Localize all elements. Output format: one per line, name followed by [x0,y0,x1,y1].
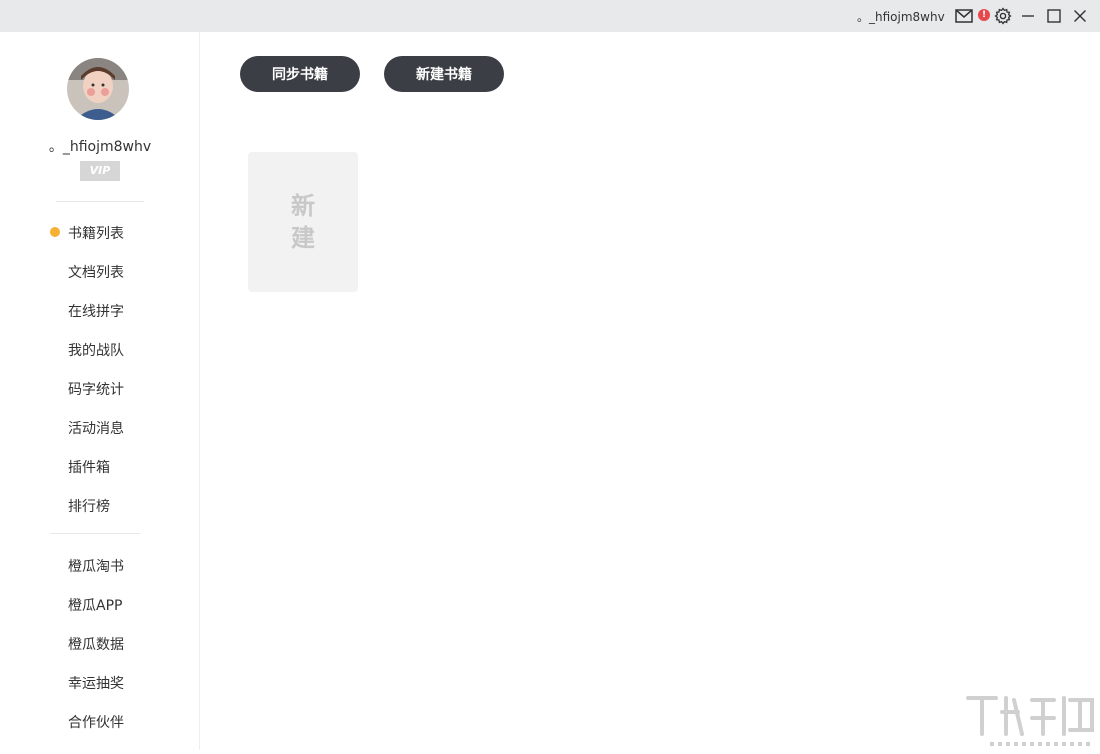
nav-my-team[interactable]: 我的战队 [68,340,124,360]
active-indicator [50,227,60,237]
notification-badge: ! [978,9,990,21]
close-icon[interactable] [1070,6,1090,26]
divider [50,533,140,534]
nav-activity-messages[interactable]: 活动消息 [68,418,124,438]
nav-data[interactable]: 橙瓜数据 [68,634,124,654]
minimize-icon[interactable] [1018,6,1038,26]
nav-book-shop[interactable]: 橙瓜淘书 [68,556,124,576]
mail-icon[interactable] [954,6,974,26]
sync-books-button[interactable]: 同步书籍 [240,56,360,92]
maximize-icon[interactable] [1044,6,1064,26]
new-book-card[interactable]: 新建 [248,152,358,292]
nav-word-stats[interactable]: 码字统计 [68,379,124,399]
gear-icon[interactable] [993,6,1013,26]
nav-lucky-draw[interactable]: 幸运抽奖 [68,673,124,693]
nav-leaderboard[interactable]: 排行榜 [68,496,110,516]
nav-partners[interactable]: 合作伙伴 [68,712,124,732]
main-content: 同步书籍 新建书籍 新建 [200,32,1100,750]
nav-app[interactable]: 橙瓜APP [68,595,122,615]
vip-badge: VIP [80,161,120,181]
titlebar-username[interactable]: 。_hfiojm8whv [857,8,945,25]
watermark-logo [962,690,1100,750]
nav-book-list[interactable]: 书籍列表 [68,223,124,243]
new-book-button[interactable]: 新建书籍 [384,56,504,92]
nav-plugin-box[interactable]: 插件箱 [68,457,110,477]
avatar[interactable] [67,58,129,120]
nav-document-list[interactable]: 文档列表 [68,262,124,282]
sidebar-username: 。_hfiojm8whv [48,139,152,155]
new-book-card-label: 新建 [291,192,315,252]
sidebar: 。_hfiojm8whv VIP 书籍列表 文档列表 在线拼字 我的战队 码字统… [0,32,200,750]
nav-online-typing[interactable]: 在线拼字 [68,301,124,321]
divider [56,201,144,202]
title-bar: 。_hfiojm8whv ! [0,0,1100,32]
